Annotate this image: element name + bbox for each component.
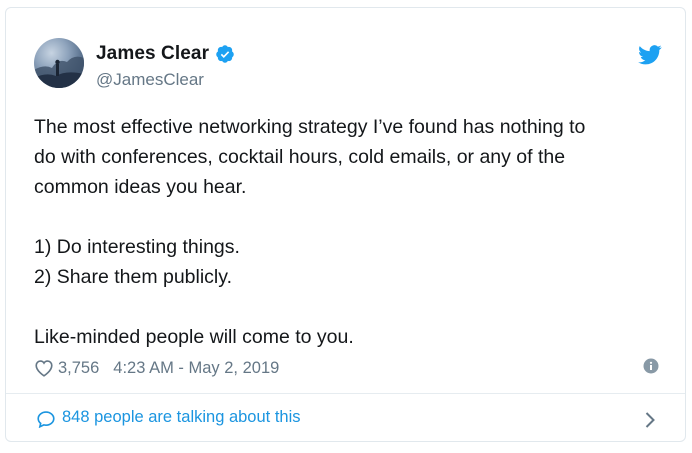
tweet-card: James Clear @JamesClear The most effecti… bbox=[5, 7, 686, 442]
tweet-meta: 3,756 4:23 AM - May 2, 2019 bbox=[34, 356, 279, 380]
timestamp[interactable]: 4:23 AM - May 2, 2019 bbox=[113, 359, 279, 378]
tweet-line: 2) Share them publicly. bbox=[34, 266, 232, 288]
tweet-line: Like-minded people will come to you. bbox=[34, 326, 354, 348]
speech-bubble-icon bbox=[37, 411, 55, 428]
author-handle[interactable]: @JamesClear bbox=[96, 70, 204, 90]
like-count[interactable]: 3,756 bbox=[58, 359, 99, 378]
talking-count-link[interactable]: 848 people are talking about this bbox=[62, 408, 301, 427]
avatar[interactable] bbox=[34, 38, 84, 88]
tweet-line: do with conferences, cocktail hours, col… bbox=[34, 146, 566, 168]
twitter-bird-icon[interactable] bbox=[638, 45, 662, 65]
tweet-line: 1) Do interesting things. bbox=[34, 236, 240, 258]
tweet-line: The most effective networking strategy I… bbox=[34, 116, 586, 138]
tweet-line bbox=[34, 292, 674, 322]
author-name-row: James Clear bbox=[96, 42, 235, 66]
verified-badge-icon bbox=[216, 45, 234, 63]
heart-icon[interactable] bbox=[34, 359, 54, 377]
author-name[interactable]: James Clear bbox=[96, 43, 209, 65]
tweet-text: The most effective networking strategy I… bbox=[34, 112, 674, 352]
tweet-line bbox=[34, 202, 674, 232]
conversation-link[interactable]: 848 people are talking about this bbox=[6, 394, 685, 442]
info-icon[interactable] bbox=[643, 358, 659, 374]
tweet-line: common ideas you hear. bbox=[34, 176, 247, 198]
chevron-right-icon[interactable] bbox=[644, 411, 656, 429]
